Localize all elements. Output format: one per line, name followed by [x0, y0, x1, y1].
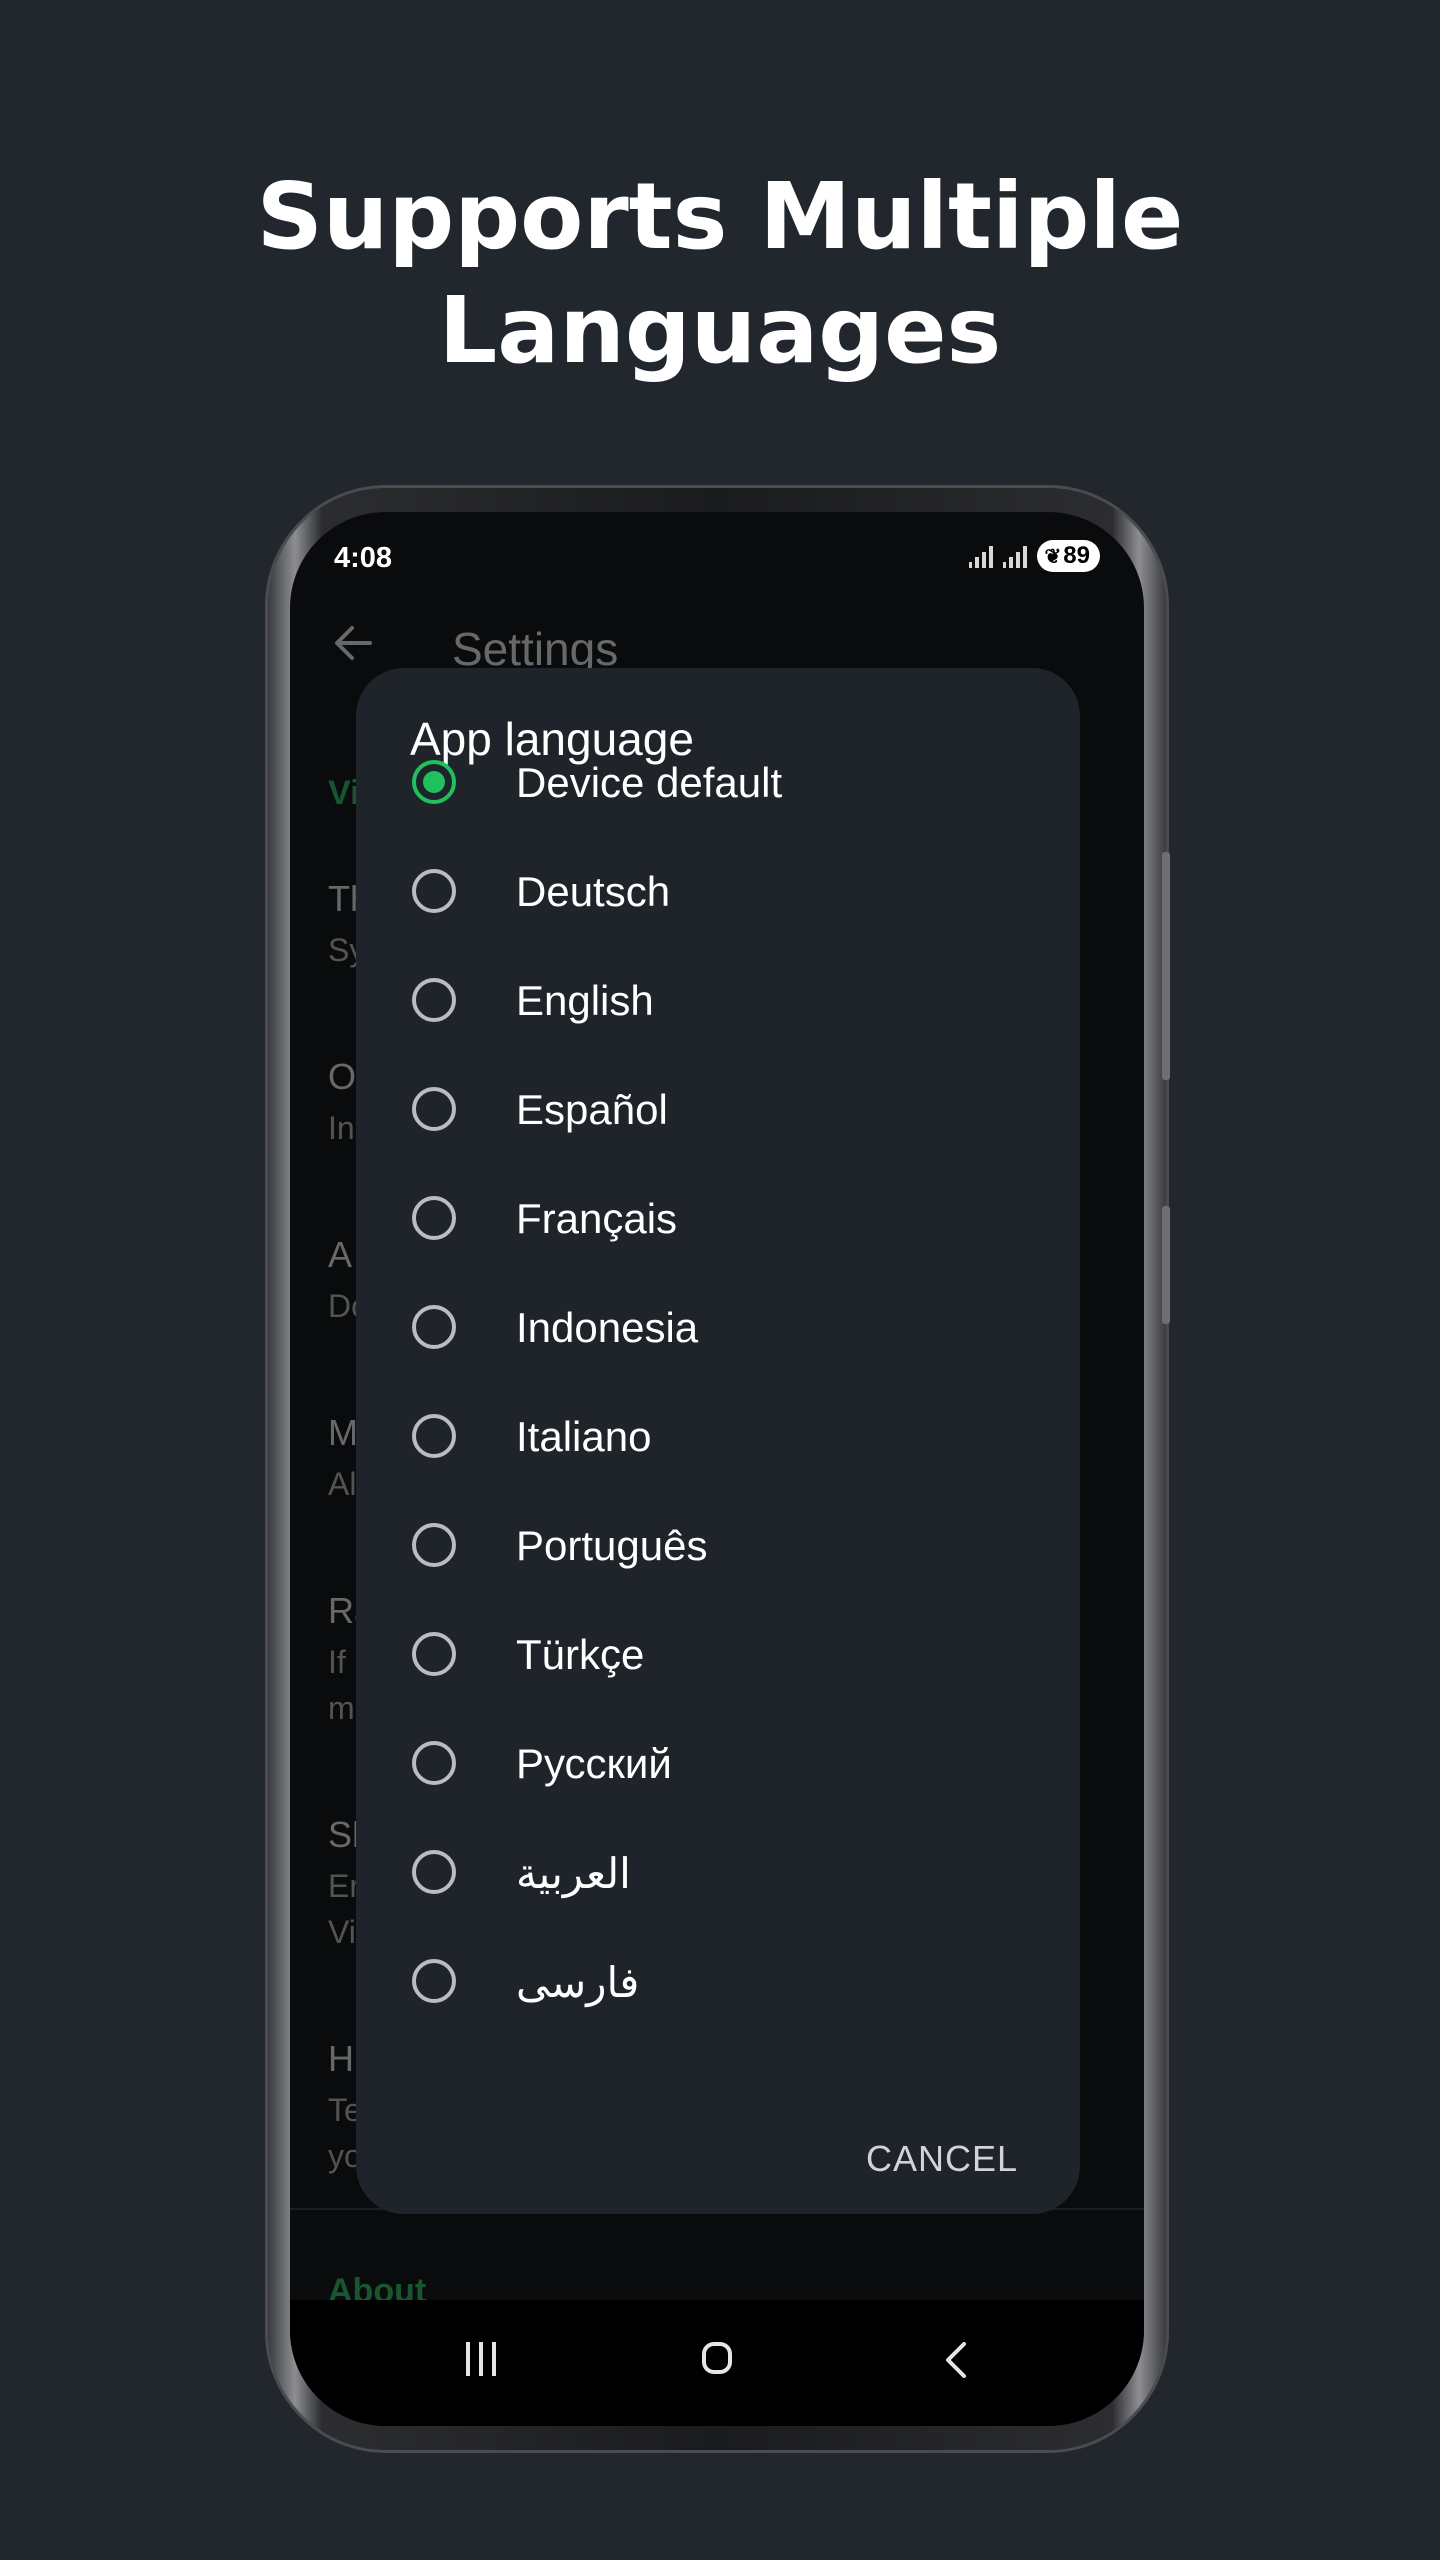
headline-line-1: Supports Multiple: [256, 163, 1184, 270]
language-label: Français: [516, 1195, 678, 1242]
language-label: Русский: [516, 1740, 672, 1787]
language-label: Deutsch: [516, 868, 671, 915]
volume-button: [1162, 852, 1170, 1080]
radio-icon[interactable]: [412, 1741, 456, 1785]
section-label: Vi: [328, 774, 360, 812]
radio-icon[interactable]: [412, 1959, 456, 2003]
language-label: Device default: [516, 759, 783, 806]
language-option[interactable]: Italiano: [356, 1382, 1080, 1490]
language-label: English: [516, 977, 654, 1024]
language-option[interactable]: Device default: [356, 728, 1080, 836]
navigation-bar: [290, 2300, 1144, 2426]
language-option[interactable]: فارسی: [356, 1927, 1080, 2035]
setting-subtitle: If: [328, 1644, 346, 1680]
setting-title[interactable]: A: [328, 1234, 352, 1276]
setting-subtitle: Vi: [328, 1914, 356, 1950]
back-arrow-icon[interactable]: [330, 620, 376, 666]
radio-icon[interactable]: [412, 869, 456, 913]
recents-icon[interactable]: [466, 2342, 496, 2376]
headline: Supports Multiple Languages: [0, 160, 1440, 388]
setting-title[interactable]: O: [328, 1056, 356, 1098]
language-label: Türkçe: [516, 1631, 645, 1678]
language-option[interactable]: العربية: [356, 1818, 1080, 1926]
language-dialog: App language Device default Deutsch Engl…: [356, 668, 1080, 2214]
language-option[interactable]: Français: [356, 1164, 1080, 1272]
language-option[interactable]: Русский: [356, 1709, 1080, 1817]
power-button: [1162, 1206, 1170, 1324]
language-option[interactable]: Türkçe: [356, 1600, 1080, 1708]
language-option[interactable]: Português: [356, 1491, 1080, 1599]
language-option[interactable]: Español: [356, 1055, 1080, 1163]
setting-subtitle: In: [328, 1110, 355, 1146]
radio-icon[interactable]: [412, 1196, 456, 1240]
radio-icon[interactable]: [412, 1087, 456, 1131]
setting-subtitle: m: [328, 1690, 355, 1726]
language-option[interactable]: English: [356, 946, 1080, 1054]
radio-icon[interactable]: [412, 1305, 456, 1349]
radio-icon[interactable]: [412, 978, 456, 1022]
radio-icon[interactable]: [412, 1632, 456, 1676]
radio-checked-icon[interactable]: [412, 760, 456, 804]
language-label: Italiano: [516, 1413, 652, 1460]
language-label: Español: [516, 1086, 668, 1133]
language-label: Indonesia: [516, 1304, 699, 1351]
headline-line-2: Languages: [438, 277, 1002, 384]
setting-subtitle: Al: [328, 1466, 357, 1502]
language-label: Português: [516, 1522, 708, 1569]
language-label: العربية: [516, 1850, 631, 1897]
language-option[interactable]: Deutsch: [356, 837, 1080, 945]
setting-title[interactable]: H: [328, 2038, 354, 2080]
setting-title[interactable]: M: [328, 1412, 358, 1454]
home-icon[interactable]: [702, 2342, 732, 2374]
radio-icon[interactable]: [412, 1850, 456, 1894]
cancel-button[interactable]: CANCEL: [866, 2138, 1018, 2180]
language-option[interactable]: Indonesia: [356, 1273, 1080, 1381]
radio-icon[interactable]: [412, 1414, 456, 1458]
back-icon[interactable]: [938, 2340, 978, 2380]
language-label: فارسی: [516, 1959, 640, 2006]
radio-icon[interactable]: [412, 1523, 456, 1567]
